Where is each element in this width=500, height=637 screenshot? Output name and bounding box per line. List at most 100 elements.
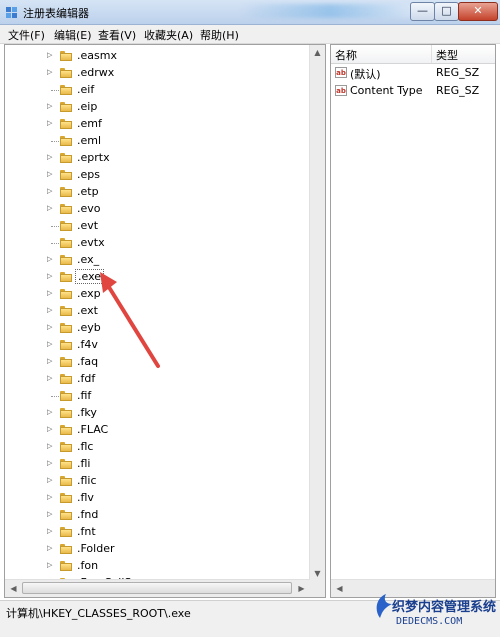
scroll-left-icon[interactable]: ◀ <box>332 581 347 596</box>
menu-file[interactable]: 文件(F) <box>8 27 45 43</box>
tree-item[interactable]: ▷ .easmx <box>5 48 305 65</box>
tree-item[interactable]: ▷ .etp <box>5 184 305 201</box>
tree-item[interactable]: .evtx <box>5 235 305 252</box>
tree-item[interactable]: ▷ .flic <box>5 473 305 490</box>
registry-value-list[interactable]: 名称 类型 ab (默认) REG_SZ ab Content Type REG… <box>330 44 496 598</box>
tree-item[interactable]: ▷ .edrwx <box>5 65 305 82</box>
expand-arrow-icon[interactable]: ▷ <box>47 68 52 76</box>
expand-arrow-icon[interactable]: ▷ <box>47 493 52 501</box>
folder-icon <box>60 187 72 197</box>
expand-arrow-icon[interactable]: ▷ <box>47 204 52 212</box>
tree-item[interactable]: ▷ .ext <box>5 303 305 320</box>
scroll-left-icon[interactable]: ◀ <box>6 581 21 596</box>
menu-edit[interactable]: 编辑(E) <box>54 27 92 43</box>
folder-icon <box>60 476 72 486</box>
tree-item-label: .faq <box>77 355 99 368</box>
expand-arrow-icon[interactable]: ▷ <box>47 374 52 382</box>
expand-arrow-icon[interactable]: ▷ <box>47 323 52 331</box>
tree-item[interactable]: ▷ .fli <box>5 456 305 473</box>
tree-item[interactable]: ▷ .faq <box>5 354 305 371</box>
tree-vertical-scrollbar[interactable]: ▲ ▼ <box>309 45 325 581</box>
tree-guide-line <box>51 396 59 397</box>
tree-item[interactable]: .fif <box>5 388 305 405</box>
tree-item-label: .fon <box>77 559 99 572</box>
expand-arrow-icon[interactable]: ▷ <box>47 408 52 416</box>
expand-arrow-icon[interactable]: ▷ <box>47 340 52 348</box>
menu-help[interactable]: 帮助(H) <box>200 27 239 43</box>
tree-item[interactable]: ▷ .f4v <box>5 337 305 354</box>
tree-item-label: .ext <box>77 304 98 317</box>
tree-item-label: .fnt <box>77 525 96 538</box>
expand-arrow-icon[interactable]: ▷ <box>47 510 52 518</box>
tree-guide-line <box>51 141 59 142</box>
expand-arrow-icon[interactable]: ▷ <box>47 153 52 161</box>
expand-arrow-icon[interactable]: ▷ <box>47 102 52 110</box>
tree-item[interactable]: ▷ .eps <box>5 167 305 184</box>
scroll-up-icon[interactable]: ▲ <box>310 45 325 60</box>
tree-item-label: .fif <box>77 389 92 402</box>
expand-arrow-icon[interactable]: ▷ <box>47 170 52 178</box>
tree-item[interactable]: ▷ .fky <box>5 405 305 422</box>
folder-icon <box>60 68 72 78</box>
tree-item[interactable]: ▷ .eyb <box>5 320 305 337</box>
tree-item[interactable]: ▷ .ex_ <box>5 252 305 269</box>
folder-icon <box>60 272 72 282</box>
tree-item[interactable]: .evt <box>5 218 305 235</box>
expand-arrow-icon[interactable]: ▷ <box>47 459 52 467</box>
registry-key-tree[interactable]: ▷ .easmx ▷ .edrwx .eif ▷ .eip ▷ .emf .eml ▷ .eprtx ▷… <box>4 44 326 598</box>
tree-item[interactable]: ▷ .eprtx <box>5 150 305 167</box>
expand-arrow-icon[interactable]: ▷ <box>47 425 52 433</box>
tree-item-label: .f4v <box>77 338 98 351</box>
scroll-down-icon[interactable]: ▼ <box>310 566 325 581</box>
column-header-type[interactable]: 类型 <box>436 47 458 63</box>
tree-item[interactable]: ▷ .flv <box>5 490 305 507</box>
menu-favorites[interactable]: 收藏夹(A) <box>144 27 193 43</box>
tree-item[interactable]: ▷ .Folder <box>5 541 305 558</box>
tree-item[interactable]: ▷ .emf <box>5 116 305 133</box>
expand-arrow-icon[interactable]: ▷ <box>47 119 52 127</box>
title-bar[interactable]: 注册表编辑器 — □ ✕ <box>0 0 500 25</box>
folder-icon <box>60 102 72 112</box>
tree-item-label: .eml <box>77 134 102 147</box>
tree-item[interactable]: ▷ .fnt <box>5 524 305 541</box>
tree-item[interactable]: ▷ .fdf <box>5 371 305 388</box>
tree-horizontal-scrollbar[interactable]: ◀ ▶ <box>5 579 310 597</box>
tree-item[interactable]: ▷ .fnd <box>5 507 305 524</box>
maximize-button[interactable]: □ <box>434 2 459 21</box>
folder-icon <box>60 357 72 367</box>
tree-item[interactable]: .eif <box>5 82 305 99</box>
expand-arrow-icon[interactable]: ▷ <box>47 289 52 297</box>
minimize-button[interactable]: — <box>410 2 435 21</box>
expand-arrow-icon[interactable]: ▷ <box>47 306 52 314</box>
column-divider[interactable] <box>431 45 432 63</box>
expand-arrow-icon[interactable]: ▷ <box>47 527 52 535</box>
tree-item[interactable]: .eml <box>5 133 305 150</box>
expand-arrow-icon[interactable]: ▷ <box>47 255 52 263</box>
menu-view[interactable]: 查看(V) <box>98 27 136 43</box>
folder-icon <box>60 442 72 452</box>
expand-arrow-icon[interactable]: ▷ <box>47 272 52 280</box>
expand-arrow-icon[interactable]: ▷ <box>47 561 52 569</box>
expand-arrow-icon[interactable]: ▷ <box>47 544 52 552</box>
expand-arrow-icon[interactable]: ▷ <box>47 357 52 365</box>
tree-item[interactable]: ▷ .exe <box>5 269 305 286</box>
tree-item-label: .edrwx <box>77 66 115 79</box>
value-row-default[interactable]: ab (默认) REG_SZ <box>331 65 495 82</box>
tree-hscroll-thumb[interactable] <box>22 582 292 594</box>
value-row-content-type[interactable]: ab Content Type REG_SZ <box>331 83 495 100</box>
tree-item[interactable]: ▷ .evo <box>5 201 305 218</box>
expand-arrow-icon[interactable]: ▷ <box>47 187 52 195</box>
folder-icon <box>60 527 72 537</box>
tree-item[interactable]: ▷ .fon <box>5 558 305 575</box>
scroll-right-icon[interactable]: ▶ <box>294 581 309 596</box>
column-header-name[interactable]: 名称 <box>335 47 357 63</box>
tree-item[interactable]: ▷ .exp <box>5 286 305 303</box>
close-button[interactable]: ✕ <box>458 2 498 21</box>
folder-icon <box>60 544 72 554</box>
tree-item[interactable]: ▷ .flc <box>5 439 305 456</box>
expand-arrow-icon[interactable]: ▷ <box>47 51 52 59</box>
expand-arrow-icon[interactable]: ▷ <box>47 442 52 450</box>
tree-item[interactable]: ▷ .eip <box>5 99 305 116</box>
expand-arrow-icon[interactable]: ▷ <box>47 476 52 484</box>
tree-item[interactable]: ▷ .FLAC <box>5 422 305 439</box>
